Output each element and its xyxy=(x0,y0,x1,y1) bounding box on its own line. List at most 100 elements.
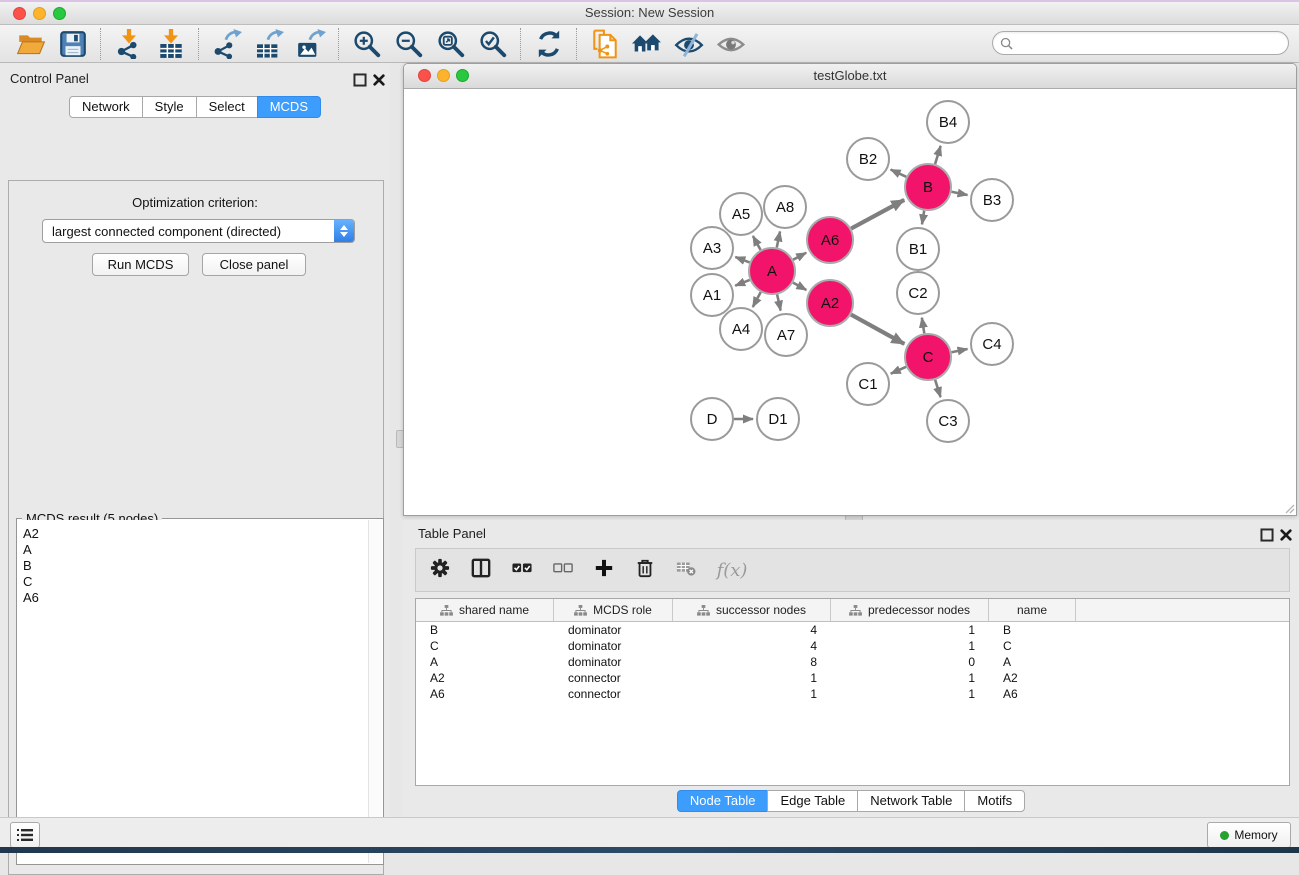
graph-node-B1[interactable]: B1 xyxy=(897,228,939,270)
graph-edge-A-A5[interactable] xyxy=(753,236,761,250)
window-resize-grip[interactable] xyxy=(1283,502,1295,514)
cell-MCDS-role[interactable]: dominator xyxy=(554,654,673,670)
network-zoom-button[interactable] xyxy=(456,69,469,82)
graph-node-A8[interactable]: A8 xyxy=(764,186,806,228)
criterion-dropdown[interactable]: largest connected component (directed) xyxy=(42,219,355,243)
export-image-button[interactable] xyxy=(290,27,332,61)
graph-edge-C-C2[interactable] xyxy=(922,318,924,334)
column-header-MCDS-role[interactable]: MCDS role xyxy=(554,599,673,621)
graph-node-A7[interactable]: A7 xyxy=(765,314,807,356)
home-button[interactable] xyxy=(626,27,668,61)
refresh-button[interactable] xyxy=(528,27,570,61)
fx-button[interactable]: f(x) xyxy=(715,557,749,583)
graph-node-A5[interactable]: A5 xyxy=(720,193,762,235)
clone-network-button[interactable] xyxy=(584,27,626,61)
float-panel-icon[interactable] xyxy=(352,72,368,88)
graph-edge-A6-B[interactable] xyxy=(851,200,904,229)
graph-edge-B-B1[interactable] xyxy=(922,211,924,225)
graph-node-D[interactable]: D xyxy=(691,398,733,440)
cell-shared-name[interactable]: A xyxy=(416,654,554,670)
graph-edge-A-A8[interactable] xyxy=(777,231,780,247)
result-scrollbar[interactable] xyxy=(368,520,382,863)
cell-name[interactable]: C xyxy=(989,638,1076,654)
zoom-fit-button[interactable] xyxy=(430,27,472,61)
open-session-button[interactable] xyxy=(10,27,52,61)
graph-node-C3[interactable]: C3 xyxy=(927,400,969,442)
graph-edge-C-C1[interactable] xyxy=(891,367,906,374)
cell-shared-name[interactable]: A6 xyxy=(416,686,554,702)
tab-select[interactable]: Select xyxy=(196,96,258,118)
show-eye-button[interactable] xyxy=(710,27,752,61)
cell-successor-nodes[interactable]: 1 xyxy=(673,686,831,702)
cell-MCDS-role[interactable]: dominator xyxy=(554,622,673,638)
mcds-result-item[interactable]: A2 xyxy=(23,526,369,542)
graph-node-A1[interactable]: A1 xyxy=(691,274,733,316)
graph-node-B2[interactable]: B2 xyxy=(847,138,889,180)
cell-predecessor-nodes[interactable]: 1 xyxy=(831,670,989,686)
graph-edge-A-A3[interactable] xyxy=(735,257,749,262)
graph-node-B3[interactable]: B3 xyxy=(971,179,1013,221)
column-header-shared-name[interactable]: shared name xyxy=(416,599,554,621)
graph-node-D1[interactable]: D1 xyxy=(757,398,799,440)
gear-button[interactable] xyxy=(428,557,452,583)
graph-node-C2[interactable]: C2 xyxy=(897,272,939,314)
graph-node-A[interactable]: A xyxy=(749,248,795,294)
cell-predecessor-nodes[interactable]: 1 xyxy=(831,686,989,702)
graph-edge-A-A2[interactable] xyxy=(793,283,806,290)
hide-eye-button[interactable] xyxy=(668,27,710,61)
graph-node-B4[interactable]: B4 xyxy=(927,101,969,143)
table-row[interactable]: Bdominator41B xyxy=(416,622,1289,638)
graph-node-A2[interactable]: A2 xyxy=(807,280,853,326)
cell-name[interactable]: A6 xyxy=(989,686,1076,702)
network-window-titlebar[interactable]: testGlobe.txt xyxy=(404,64,1296,89)
tab-style[interactable]: Style xyxy=(142,96,197,118)
graph-node-B[interactable]: B xyxy=(905,164,951,210)
tab-motifs[interactable]: Motifs xyxy=(964,790,1025,812)
network-canvas[interactable]: B4B2BB3B1A5A8A6A3AA1A4A7A2C2C4CC1C3DD1 xyxy=(404,89,1294,515)
table-row[interactable]: A2connector11A2 xyxy=(416,670,1289,686)
columns-button[interactable] xyxy=(469,557,493,583)
graph-node-A6[interactable]: A6 xyxy=(807,217,853,263)
export-table-button[interactable] xyxy=(248,27,290,61)
cell-successor-nodes[interactable]: 4 xyxy=(673,622,831,638)
graph-node-C4[interactable]: C4 xyxy=(971,323,1013,365)
mcds-result-item[interactable]: B xyxy=(23,558,369,574)
tab-node-table[interactable]: Node Table xyxy=(677,790,769,812)
graph-edge-C-C3[interactable] xyxy=(935,380,940,397)
column-header-name[interactable]: name xyxy=(989,599,1076,621)
network-close-button[interactable] xyxy=(418,69,431,82)
tab-network-table[interactable]: Network Table xyxy=(857,790,965,812)
cell-successor-nodes[interactable]: 4 xyxy=(673,638,831,654)
cell-shared-name[interactable]: C xyxy=(416,638,554,654)
cell-MCDS-role[interactable]: dominator xyxy=(554,638,673,654)
tab-mcds[interactable]: MCDS xyxy=(257,96,321,118)
deselect-all-button[interactable] xyxy=(551,557,575,583)
cell-shared-name[interactable]: B xyxy=(416,622,554,638)
graph-edge-A2-C[interactable] xyxy=(851,315,904,344)
graph-node-A4[interactable]: A4 xyxy=(720,308,762,350)
cell-successor-nodes[interactable]: 8 xyxy=(673,654,831,670)
cell-name[interactable]: B xyxy=(989,622,1076,638)
zoom-window-button[interactable] xyxy=(53,7,66,20)
table-row[interactable]: A6connector11A6 xyxy=(416,686,1289,702)
mcds-result-item[interactable]: C xyxy=(23,574,369,590)
mcds-result-item[interactable]: A xyxy=(23,542,369,558)
cell-predecessor-nodes[interactable]: 0 xyxy=(831,654,989,670)
table-row[interactable]: Adominator80A xyxy=(416,654,1289,670)
graph-node-A3[interactable]: A3 xyxy=(691,227,733,269)
delete-button[interactable] xyxy=(633,557,657,583)
close-panel-button[interactable]: Close panel xyxy=(202,253,306,276)
import-network-button[interactable] xyxy=(108,27,150,61)
cell-MCDS-role[interactable]: connector xyxy=(554,686,673,702)
close-table-panel-icon[interactable] xyxy=(1278,527,1294,543)
graph-edge-B-B3[interactable] xyxy=(952,192,968,195)
task-history-button[interactable] xyxy=(10,822,40,848)
add-button[interactable] xyxy=(592,557,616,583)
mcds-result-item[interactable]: A6 xyxy=(23,590,369,606)
graph-edge-A-A6[interactable] xyxy=(793,253,806,260)
graph-edge-A-A7[interactable] xyxy=(777,294,781,310)
run-mcds-button[interactable]: Run MCDS xyxy=(92,253,189,276)
zoom-selected-button[interactable] xyxy=(472,27,514,61)
graph-edge-C-C4[interactable] xyxy=(952,349,968,352)
graph-node-C[interactable]: C xyxy=(905,334,951,380)
